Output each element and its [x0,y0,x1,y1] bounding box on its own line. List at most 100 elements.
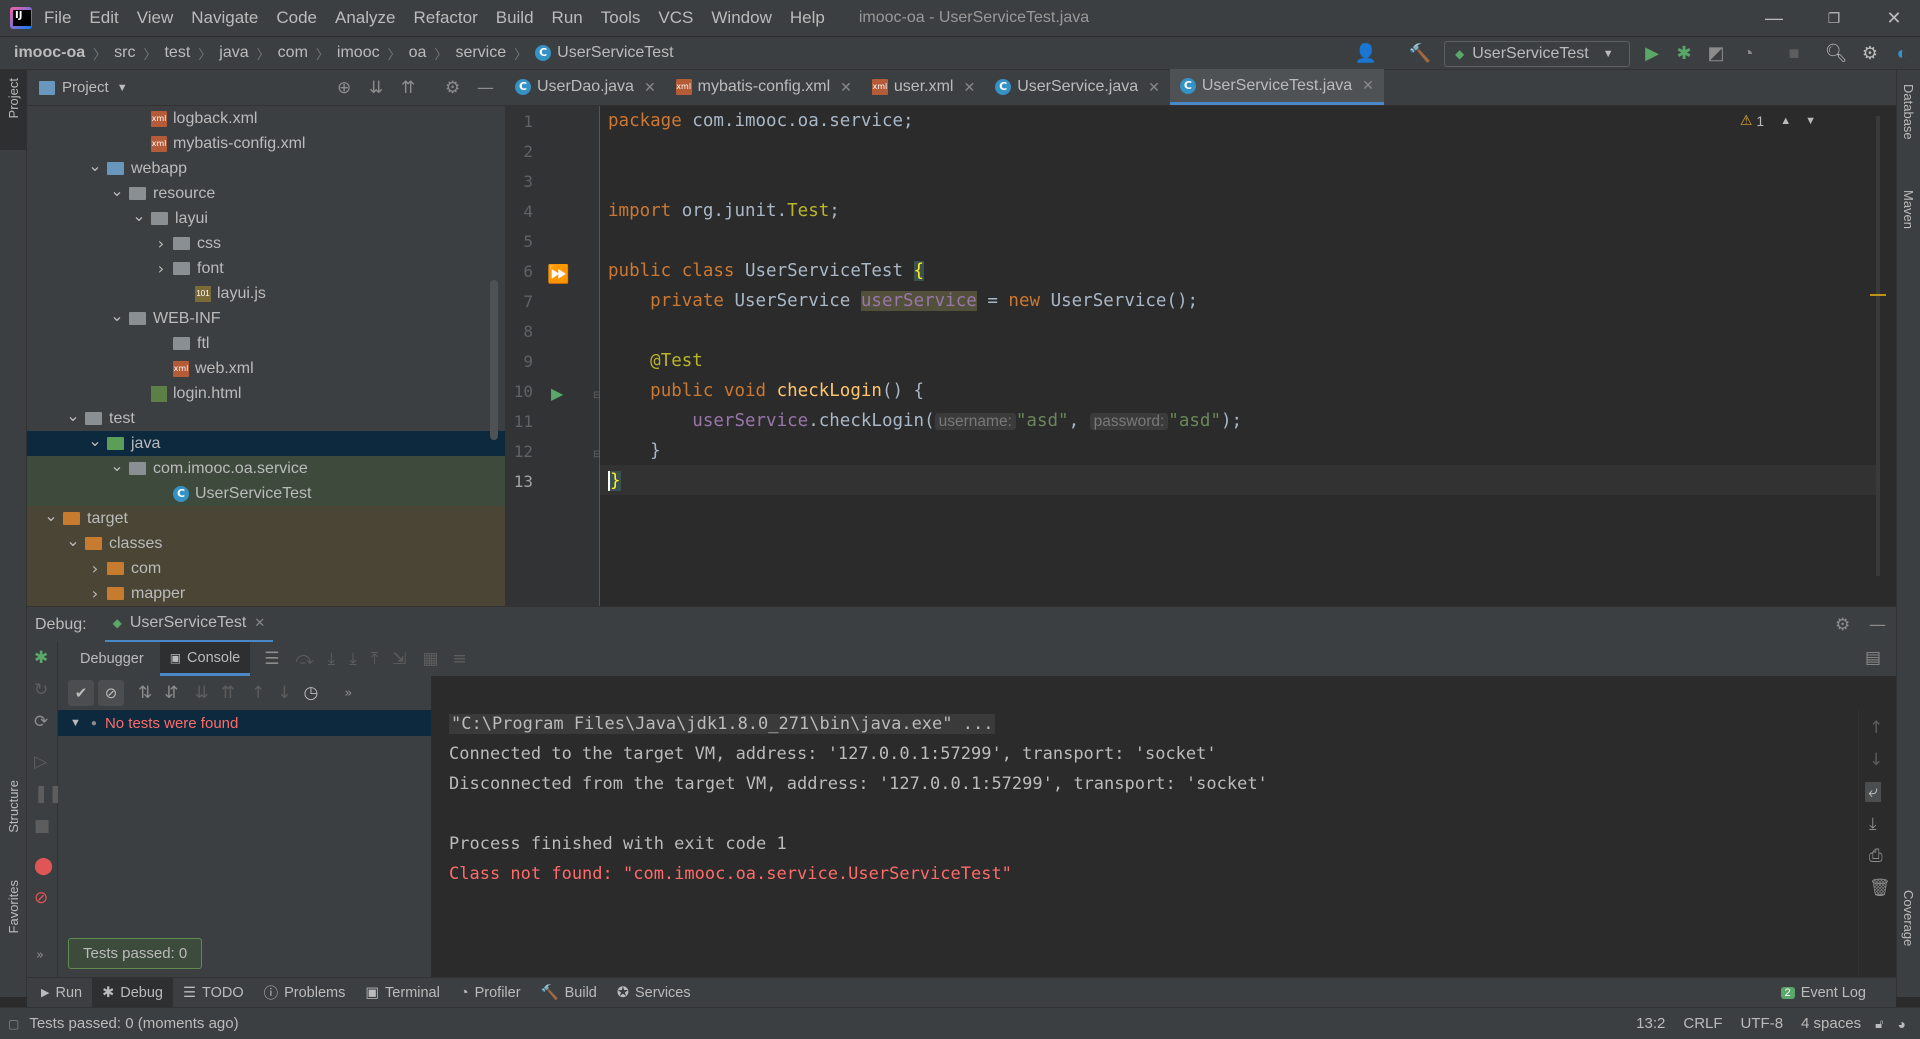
print-icon[interactable]: ⎙ [1869,846,1883,866]
list-icon[interactable]: ☰ [264,649,279,669]
tab-console[interactable]: ▣ Console [159,642,251,676]
menu-run[interactable]: Run [552,8,583,28]
chevron-down-icon[interactable]: ▼ [70,717,81,729]
menu-refactor[interactable]: Refactor [413,8,477,28]
breadcrumb-project[interactable]: imooc-oa [14,44,85,62]
menu-edit[interactable]: Edit [89,8,118,28]
locate-icon[interactable]: ⊕ [337,78,351,98]
step-into-icon[interactable]: ⤓ [328,649,336,669]
favorites-tool-label[interactable]: Favorites [6,880,21,933]
tab-userservicetest[interactable]: C UserServiceTest.java ✕ [1169,69,1384,105]
tab-userservice[interactable]: C UserService.java ✕ [985,69,1170,105]
chevron-up-icon[interactable]: ▲ [1780,115,1791,127]
close-icon[interactable]: ✕ [644,79,656,96]
profiler-tool-button[interactable]: ◔ Profiler [450,978,531,1008]
trace-icon[interactable]: ≡ [453,649,467,669]
chevron-right-icon[interactable]: › [87,584,103,603]
chevron-down-icon[interactable]: ▼ [1805,115,1816,127]
run-test-method-icon[interactable]: ▶ [551,384,563,403]
chevron-down-icon[interactable]: ⌄ [87,431,103,450]
view-breakpoints-icon[interactable]: ⬤ [34,856,53,876]
tree-row[interactable]: › com [27,556,505,581]
chevron-down-icon[interactable]: ⌄ [87,156,103,175]
rerun-failed-icon[interactable]: ↻ [34,680,48,700]
tree-row[interactable]: › mapper [27,581,505,606]
menu-view[interactable]: View [137,8,174,28]
coverage-tool-label[interactable]: Coverage [1901,890,1916,946]
tree-row[interactable]: C UserServiceTest [27,481,505,506]
maven-tool-label[interactable]: Maven [1901,190,1916,229]
file-encoding[interactable]: UTF-8 [1741,1015,1784,1032]
debug-session-tab[interactable]: ◆ UserServiceTest ✕ [104,607,274,643]
expand-all-icon[interactable]: ⇊ [195,683,209,703]
force-step-into-icon[interactable]: ⤓ [349,649,357,669]
tree-row[interactable]: xml web.xml [27,356,505,381]
toolbox-icon[interactable]: ◐ [1890,43,1914,64]
inspection-widget[interactable]: ⚠ 1 ▲ ▼ [1740,112,1816,129]
tab-debugger[interactable]: Debugger [80,651,144,667]
test-root-row[interactable]: ▼ ● No tests were found [58,710,431,736]
close-icon[interactable]: ✕ [840,79,852,96]
show-passed-icon[interactable]: ✔ [68,680,94,706]
caret-position[interactable]: 13:2 [1636,1015,1665,1032]
code-editor[interactable]: package com.imooc.oa.service; import org… [600,106,1886,606]
menu-help[interactable]: Help [790,8,825,28]
tree-row[interactable]: xml logback.xml [27,106,505,131]
menu-tools[interactable]: Tools [601,8,641,28]
chevron-down-icon[interactable]: ▼ [117,82,128,94]
chevron-down-icon[interactable]: ⌄ [43,506,59,525]
tree-scrollbar[interactable] [490,280,498,440]
project-view-title[interactable]: Project [62,79,109,96]
profile-icon[interactable]: ◔ [1736,43,1760,64]
tree-row[interactable]: ⌄ webapp [27,156,505,181]
mute-breakpoints-icon[interactable]: ⊘ [34,888,48,908]
tree-row[interactable]: ftl [27,331,505,356]
structure-tool-label[interactable]: Structure [6,780,21,833]
warning-stripe-mark[interactable] [1870,294,1886,296]
tree-row[interactable]: ⌄ classes [27,531,505,556]
chevron-down-icon[interactable]: ⌄ [65,406,81,425]
stop-icon[interactable]: ■ [1782,43,1806,64]
gear-icon[interactable]: ⚙ [1858,43,1882,64]
lock-icon[interactable]: 🔓︎ [1875,1016,1883,1032]
status-message[interactable]: Tests passed: 0 (moments ago) [29,1015,238,1032]
run-configuration-select[interactable]: ◆ UserServiceTest ▼ [1444,41,1630,67]
show-ignored-icon[interactable]: ⊘ [98,680,124,706]
down-arrow-icon[interactable]: ↓ [1869,750,1883,770]
close-icon[interactable]: ✕ [1148,79,1160,96]
menu-file[interactable]: File [44,8,71,28]
tree-row[interactable]: ⌄ com.imooc.oa.service [27,456,505,481]
rerun-debug-icon[interactable]: ✱ [34,648,48,668]
tree-row[interactable]: ⌄ target [27,506,505,531]
line-separator[interactable]: CRLF [1683,1015,1722,1032]
tool-windows-icon[interactable]: ▢ [8,1017,19,1031]
breadcrumb-test[interactable]: test [164,44,190,62]
step-over-icon[interactable]: ⤼ [295,649,313,669]
inspector-icon[interactable]: ◕ [1898,1016,1906,1032]
hide-icon[interactable]: — [1869,615,1886,635]
problems-tool-button[interactable]: ⓘ Problems [254,978,356,1008]
tree-row[interactable]: › css [27,231,505,256]
tree-row[interactable]: ⌄ layui [27,206,505,231]
menu-analyze[interactable]: Analyze [335,8,395,28]
minimize-button[interactable]: — [1744,0,1804,36]
services-tool-button[interactable]: ✪ Services [607,978,701,1008]
chevron-right-icon[interactable]: › [87,559,103,578]
run-to-cursor-icon[interactable]: ⇲ [392,649,406,669]
search-icon[interactable]: 🔍︎ [1824,43,1848,64]
step-out-icon[interactable]: ⤒ [371,649,379,669]
close-icon[interactable]: ✕ [963,79,975,96]
soft-wrap-icon[interactable]: ⤶ [1865,782,1881,802]
tree-row[interactable]: xml mybatis-config.xml [27,131,505,156]
sort-duration-icon[interactable]: ⇵ [164,683,178,703]
debug-icon[interactable]: ✱ [1672,43,1696,64]
breadcrumb-com[interactable]: com [278,44,308,62]
build-tool-button[interactable]: 🔨 Build [531,978,607,1008]
tab-user-xml[interactable]: xml user.xml ✕ [862,69,985,105]
event-log-button[interactable]: 2 Event Log [1771,978,1876,1008]
collapse-all-icon[interactable]: ⇈ [401,78,415,98]
hide-icon[interactable]: — [477,78,494,98]
debug-tool-button[interactable]: ✱ Debug [92,977,173,1008]
close-icon[interactable]: ✕ [254,615,265,631]
trash-icon[interactable]: 🗑︎ [1869,878,1891,898]
